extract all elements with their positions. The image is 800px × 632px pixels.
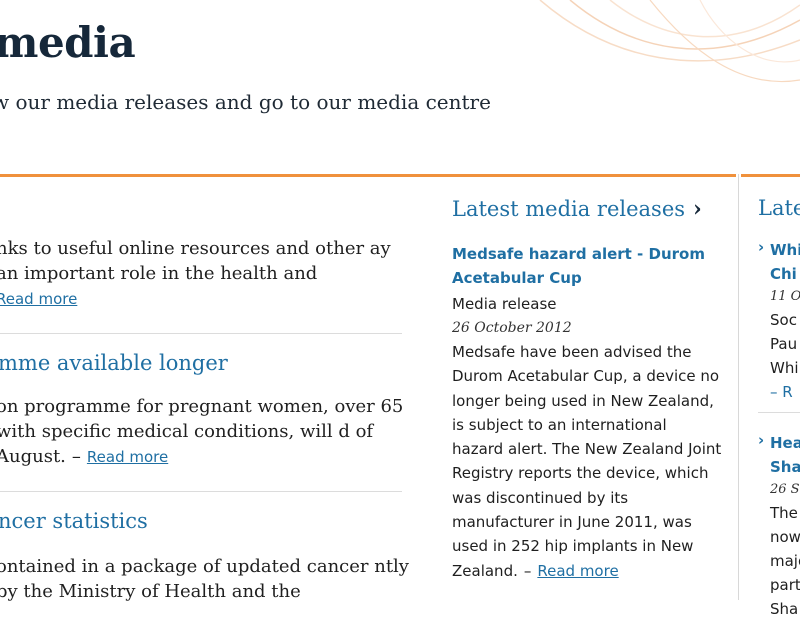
story-title[interactable]: mme available longer (0, 351, 228, 375)
story-item: nks to useful online resources and other… (0, 190, 402, 334)
chevron-right-icon: › (693, 196, 702, 222)
story-item: ncer statistics ontained in a package of… (0, 492, 409, 632)
release-date: 26 October 2012 (452, 320, 572, 336)
chevron-right-icon: › (758, 238, 765, 256)
read-more-link[interactable]: Read more (537, 562, 618, 580)
right-section-title[interactable]: Late (758, 196, 800, 220)
item-body-line: Whi (770, 359, 799, 377)
release-title-link[interactable]: Medsafe hazard alert - Durom Acetabular … (452, 242, 722, 290)
item-body-line: parti (770, 576, 800, 594)
story-title[interactable]: ncer statistics (0, 509, 148, 533)
read-more-link[interactable]: Read more (0, 290, 77, 308)
decorative-swirl (539, 0, 800, 82)
item-body-line: Soc (770, 311, 797, 329)
story-item: mme available longer on programme for pr… (0, 334, 403, 492)
divider (758, 412, 800, 413)
story-summary: ontained in a package of updated cancer … (0, 554, 416, 604)
item-body-line: Sha (770, 600, 799, 618)
story-body: nks to useful online resources and other… (0, 238, 391, 284)
release-body: Medsafe have been advised the Durom Acet… (452, 343, 722, 580)
story-summary: on programme for pregnant women, over 65… (0, 394, 416, 470)
section-rule-right (741, 174, 800, 177)
right-column: Late › Whi Chi 11 Oc Soc Pau Whi – R › H… (758, 196, 800, 621)
release-body-text: Medsafe have been advised the Durom Acet… (452, 343, 722, 580)
item-date: 26 S (770, 482, 800, 497)
item-title-line[interactable]: Sha (770, 455, 800, 479)
read-more-link[interactable]: – R (770, 380, 800, 404)
section-rule (0, 174, 736, 177)
item-body-line: majo (770, 552, 800, 570)
item-body-line: The (770, 504, 798, 522)
latest-media-releases: Latest media releases › Medsafe hazard a… (452, 196, 722, 583)
story-body: ontained in a package of updated cancer … (0, 556, 409, 602)
section-title-link[interactable]: Latest media releases › (452, 196, 722, 222)
page-subtitle: w our media releases and go to our media… (0, 90, 491, 114)
release-type: Media release (452, 295, 557, 313)
read-more-text: R (782, 383, 793, 401)
featured-stories: nks to useful online resources and other… (0, 190, 409, 632)
section-title: Latest media releases (452, 197, 686, 221)
list-item: › Hea Sha 26 S The now majo parti Sha (758, 431, 800, 621)
item-title-line[interactable]: Whi (770, 238, 800, 262)
item-body-line: Pau (770, 335, 798, 353)
item-title-line[interactable]: Hea (770, 431, 800, 455)
list-item: › Whi Chi 11 Oc Soc Pau Whi – R (758, 238, 800, 404)
item-body-line: now (770, 528, 800, 546)
item-date: 11 Oc (770, 289, 800, 304)
story-summary: nks to useful online resources and other… (0, 236, 416, 312)
chevron-right-icon: › (758, 431, 765, 449)
page-title: media (0, 18, 136, 67)
read-more-link[interactable]: Read more (87, 448, 168, 466)
story-body: on programme for pregnant women, over 65… (0, 396, 404, 467)
item-title-line[interactable]: Chi (770, 262, 800, 286)
column-divider (738, 174, 739, 600)
